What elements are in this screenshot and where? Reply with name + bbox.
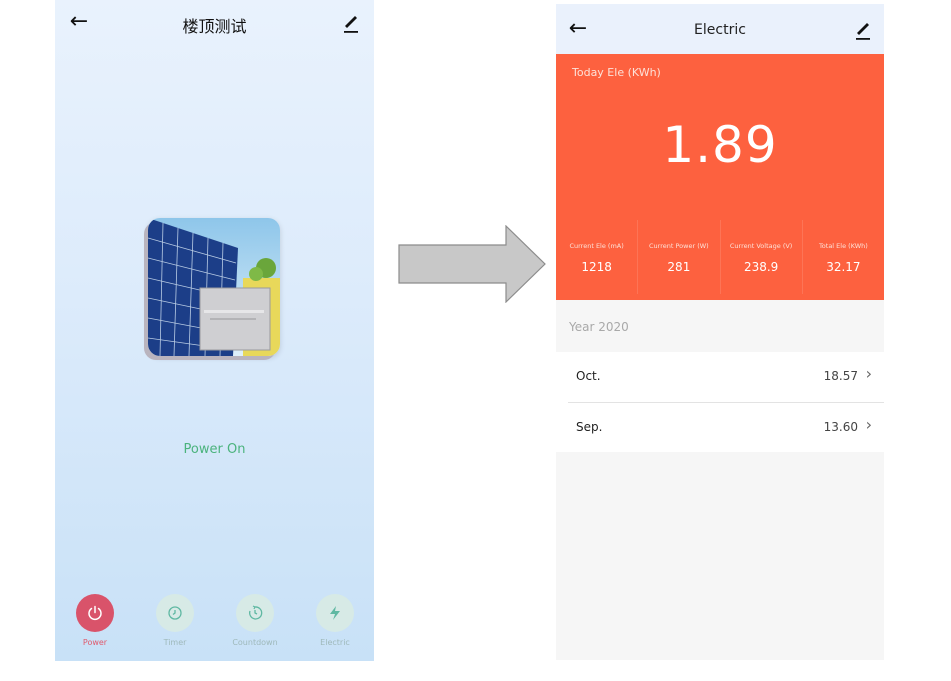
transition-arrow-icon bbox=[398, 225, 546, 303]
edit-pencil-icon[interactable] bbox=[342, 12, 360, 34]
device-screen: ← 楼顶测试 Power On Power Timer Countdown El… bbox=[55, 0, 374, 661]
stat-value: 32.17 bbox=[826, 260, 861, 274]
stat-label: Total Ele (KWh) bbox=[818, 242, 868, 250]
month-row-sep[interactable]: Sep. 13.60 › bbox=[568, 403, 884, 452]
stat-value: 1218 bbox=[581, 260, 612, 274]
bottom-tab-bar: Power Timer Countdown Electric bbox=[55, 594, 374, 654]
stat-current-ele: Current Ele (mA) 1218 bbox=[556, 220, 639, 294]
stat-current-power: Current Power (W) 281 bbox=[638, 220, 721, 294]
today-energy-value: 1.89 bbox=[662, 116, 778, 174]
today-energy-label: Today Ele (KWh) bbox=[572, 66, 661, 79]
month-value: 18.57 bbox=[823, 369, 858, 383]
tab-power[interactable]: Power bbox=[65, 594, 125, 647]
stats-row: Current Ele (mA) 1218 Current Power (W) … bbox=[556, 220, 884, 294]
month-row-oct[interactable]: Oct. 18.57 › bbox=[568, 352, 884, 401]
stat-label: Current Power (W) bbox=[649, 242, 709, 250]
stat-label: Current Ele (mA) bbox=[569, 242, 624, 250]
solar-panel-image bbox=[148, 218, 280, 356]
lightning-icon bbox=[316, 594, 354, 632]
electric-screen: ← Electric Today Ele (KWh) 1.89 Current … bbox=[556, 4, 884, 660]
tab-power-label: Power bbox=[82, 638, 108, 647]
edit-pencil-icon[interactable] bbox=[854, 19, 872, 41]
chevron-right-icon: › bbox=[865, 364, 872, 383]
energy-summary-panel: Today Ele (KWh) 1.89 Current Ele (mA) 12… bbox=[556, 54, 884, 300]
month-name: Oct. bbox=[576, 369, 601, 383]
page-title: Electric bbox=[694, 22, 746, 38]
stat-label: Current Voltage (V) bbox=[729, 242, 793, 250]
stat-value: 281 bbox=[667, 260, 691, 274]
tab-countdown[interactable]: Countdown bbox=[225, 594, 285, 647]
chevron-right-icon: › bbox=[865, 415, 872, 434]
countdown-icon bbox=[236, 594, 274, 632]
tab-countdown-label: Countdown bbox=[232, 638, 278, 647]
tab-timer-label: Timer bbox=[163, 638, 187, 647]
tab-electric[interactable]: Electric bbox=[305, 594, 365, 647]
power-icon bbox=[76, 594, 114, 632]
timer-icon bbox=[156, 594, 194, 632]
year-heading: Year 2020 bbox=[569, 320, 629, 334]
stat-total-ele: Total Ele (KWh) 32.17 bbox=[803, 220, 884, 294]
month-value: 13.60 bbox=[823, 420, 858, 434]
tab-electric-label: Electric bbox=[320, 638, 350, 647]
power-status-text: Power On bbox=[183, 442, 246, 457]
month-list: Oct. 18.57 › Sep. 13.60 › bbox=[556, 352, 884, 452]
header-bar: ← Electric bbox=[556, 4, 884, 54]
stat-current-voltage: Current Voltage (V) 238.9 bbox=[721, 220, 803, 294]
device-title: 楼顶测试 bbox=[182, 17, 247, 36]
tab-timer[interactable]: Timer bbox=[145, 594, 205, 647]
stat-value: 238.9 bbox=[743, 260, 779, 274]
month-name: Sep. bbox=[576, 420, 603, 434]
